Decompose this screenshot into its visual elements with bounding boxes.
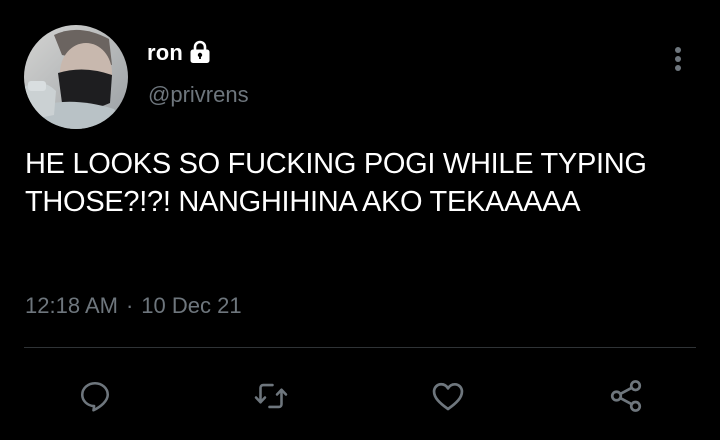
- reply-icon: [80, 381, 110, 412]
- user-handle[interactable]: @privrens: [148, 82, 249, 108]
- divider: [24, 347, 696, 348]
- meta-separator: ·: [125, 293, 134, 318]
- tweet-time[interactable]: 12:18 AM: [25, 293, 118, 319]
- display-name[interactable]: ron: [147, 40, 183, 66]
- tweet-date[interactable]: 10 Dec 21: [141, 293, 241, 319]
- avatar[interactable]: [24, 25, 128, 129]
- tweet-metadata: 12:18 AM · 10 Dec 21: [25, 293, 242, 319]
- more-vertical-icon[interactable]: [668, 42, 688, 76]
- profile-photo: [24, 25, 128, 129]
- user-name-row[interactable]: ron: [147, 38, 211, 68]
- tweet-text: HE LOOKS SO FUCKING POGI WHILE TYPING TH…: [25, 148, 654, 218]
- retweet-button[interactable]: [251, 376, 291, 416]
- heart-icon: [432, 382, 464, 411]
- share-button[interactable]: [606, 376, 646, 416]
- retweet-icon: [254, 383, 288, 409]
- reply-button[interactable]: [75, 376, 115, 416]
- lock-icon: [189, 40, 211, 64]
- like-button[interactable]: [428, 376, 468, 416]
- share-icon: [610, 380, 642, 412]
